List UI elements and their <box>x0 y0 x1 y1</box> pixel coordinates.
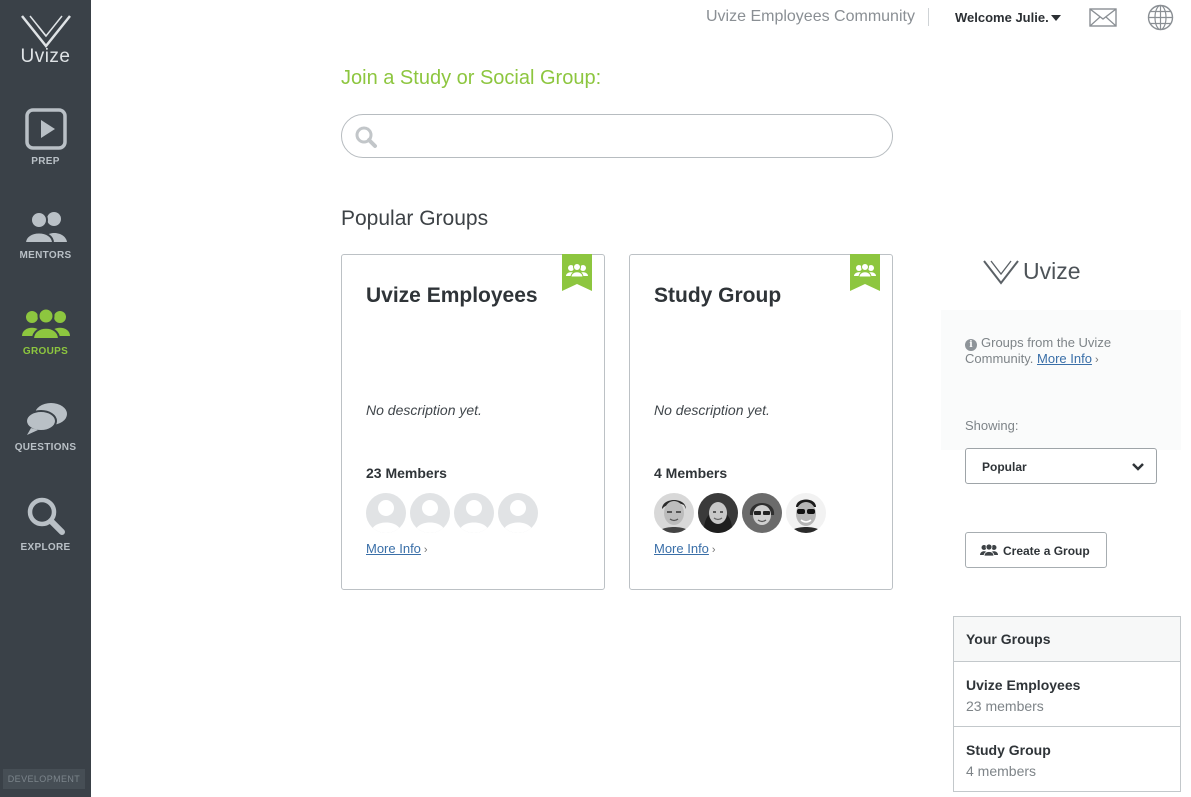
topbar-divider <box>928 8 929 26</box>
chevron-right-icon: › <box>423 544 428 556</box>
more-info-label[interactable]: More Info <box>366 541 421 556</box>
avatar[interactable] <box>366 493 406 533</box>
chat-bubbles-icon <box>24 403 67 435</box>
more-info-link[interactable]: More Info › <box>366 541 428 556</box>
uvize-v-icon <box>20 15 71 48</box>
sidebar-item-label: PREP <box>31 156 60 167</box>
uvize-logo: Uvize <box>983 257 1093 292</box>
caret-down-icon[interactable] <box>1051 15 1061 21</box>
member-avatars <box>654 493 826 533</box>
group-card[interactable]: Study Group No description yet. 4 Member… <box>629 254 893 590</box>
avatar[interactable] <box>498 493 538 533</box>
avatar[interactable] <box>454 493 494 533</box>
environment-badge: DEVELOPMENT <box>3 769 85 789</box>
chevron-down-icon <box>1132 463 1144 471</box>
member-count: 23 Members <box>366 465 447 481</box>
chevron-right-icon: › <box>1094 354 1099 366</box>
avatar[interactable] <box>698 493 738 533</box>
your-group-item[interactable]: Study Group 4 members <box>954 727 1180 792</box>
select-value: Popular <box>982 460 1027 474</box>
create-group-button[interactable]: Create a Group <box>965 532 1107 568</box>
uvize-v-icon <box>983 260 1019 285</box>
your-group-name: Uvize Employees <box>966 677 1081 693</box>
avatar[interactable] <box>654 493 694 533</box>
brand-logo[interactable]: Uvize <box>0 14 91 68</box>
your-groups-panel: Your Groups Uvize Employees 23 members S… <box>953 616 1181 792</box>
member-avatars <box>366 493 538 533</box>
group-search[interactable] <box>341 114 893 158</box>
avatar[interactable] <box>742 493 782 533</box>
member-count: 4 Members <box>654 465 728 481</box>
info-more-link[interactable]: More Info <box>1037 351 1092 366</box>
more-info-link[interactable]: More Info › <box>654 541 716 556</box>
group-name[interactable]: Uvize Employees <box>366 284 538 308</box>
play-icon <box>24 108 67 150</box>
sidebar-item-label: QUESTIONS <box>14 442 77 453</box>
group-name[interactable]: Study Group <box>654 284 781 308</box>
avatar[interactable] <box>786 493 826 533</box>
chevron-right-icon: › <box>711 544 716 556</box>
globe-icon[interactable] <box>1147 4 1174 36</box>
sidebar-item-label: EXPLORE <box>20 542 71 553</box>
showing-select[interactable]: Popular <box>965 448 1157 484</box>
sidebar: Uvize PREP MENTORS GROUPS QUESTIONS EXPL… <box>0 0 91 797</box>
group-description: No description yet. <box>654 402 770 418</box>
uvize-logo-text: Uvize <box>1023 258 1081 284</box>
groups-icon <box>980 544 998 556</box>
your-group-count: 23 members <box>966 698 1044 714</box>
sidebar-item-label: GROUPS <box>22 346 69 357</box>
sidebar-item-mentors[interactable]: MENTORS <box>0 210 91 261</box>
search-icon <box>355 126 377 148</box>
envelope-icon[interactable] <box>1089 8 1117 32</box>
avatar[interactable] <box>410 493 450 533</box>
group-description: No description yet. <box>366 402 482 418</box>
user-menu[interactable]: Welcome Julie. <box>955 10 1049 25</box>
mentors-icon <box>23 211 67 244</box>
your-group-count: 4 members <box>966 763 1037 779</box>
create-group-label: Create a Group <box>1003 544 1090 558</box>
group-card[interactable]: Uvize Employees No description yet. 23 M… <box>341 254 605 590</box>
your-groups-title: Your Groups <box>954 617 1180 662</box>
sidebar-item-label: MENTORS <box>19 250 72 261</box>
community-name[interactable]: Uvize Employees Community <box>706 8 915 26</box>
info-icon: i <box>965 339 977 351</box>
search-icon <box>27 497 65 535</box>
group-badge-icon <box>562 254 592 291</box>
sidebar-item-prep[interactable]: PREP <box>0 108 91 167</box>
search-input[interactable] <box>384 123 879 149</box>
sidebar-item-groups[interactable]: GROUPS <box>0 308 91 357</box>
sidebar-item-explore[interactable]: EXPLORE <box>0 496 91 553</box>
page-title: Join a Study or Social Group: <box>341 67 602 89</box>
groups-icon <box>21 308 70 340</box>
section-title: Popular Groups <box>341 207 489 230</box>
info-text: i Groups from the Uvize Community. More I… <box>965 335 1165 368</box>
your-group-name: Study Group <box>966 742 1051 758</box>
brand-name: Uvize <box>20 46 71 67</box>
group-badge-icon <box>850 254 880 291</box>
your-group-item[interactable]: Uvize Employees 23 members <box>954 662 1180 727</box>
showing-label: Showing: <box>965 418 1019 433</box>
sidebar-item-questions[interactable]: QUESTIONS <box>0 402 91 453</box>
more-info-label[interactable]: More Info <box>654 541 709 556</box>
